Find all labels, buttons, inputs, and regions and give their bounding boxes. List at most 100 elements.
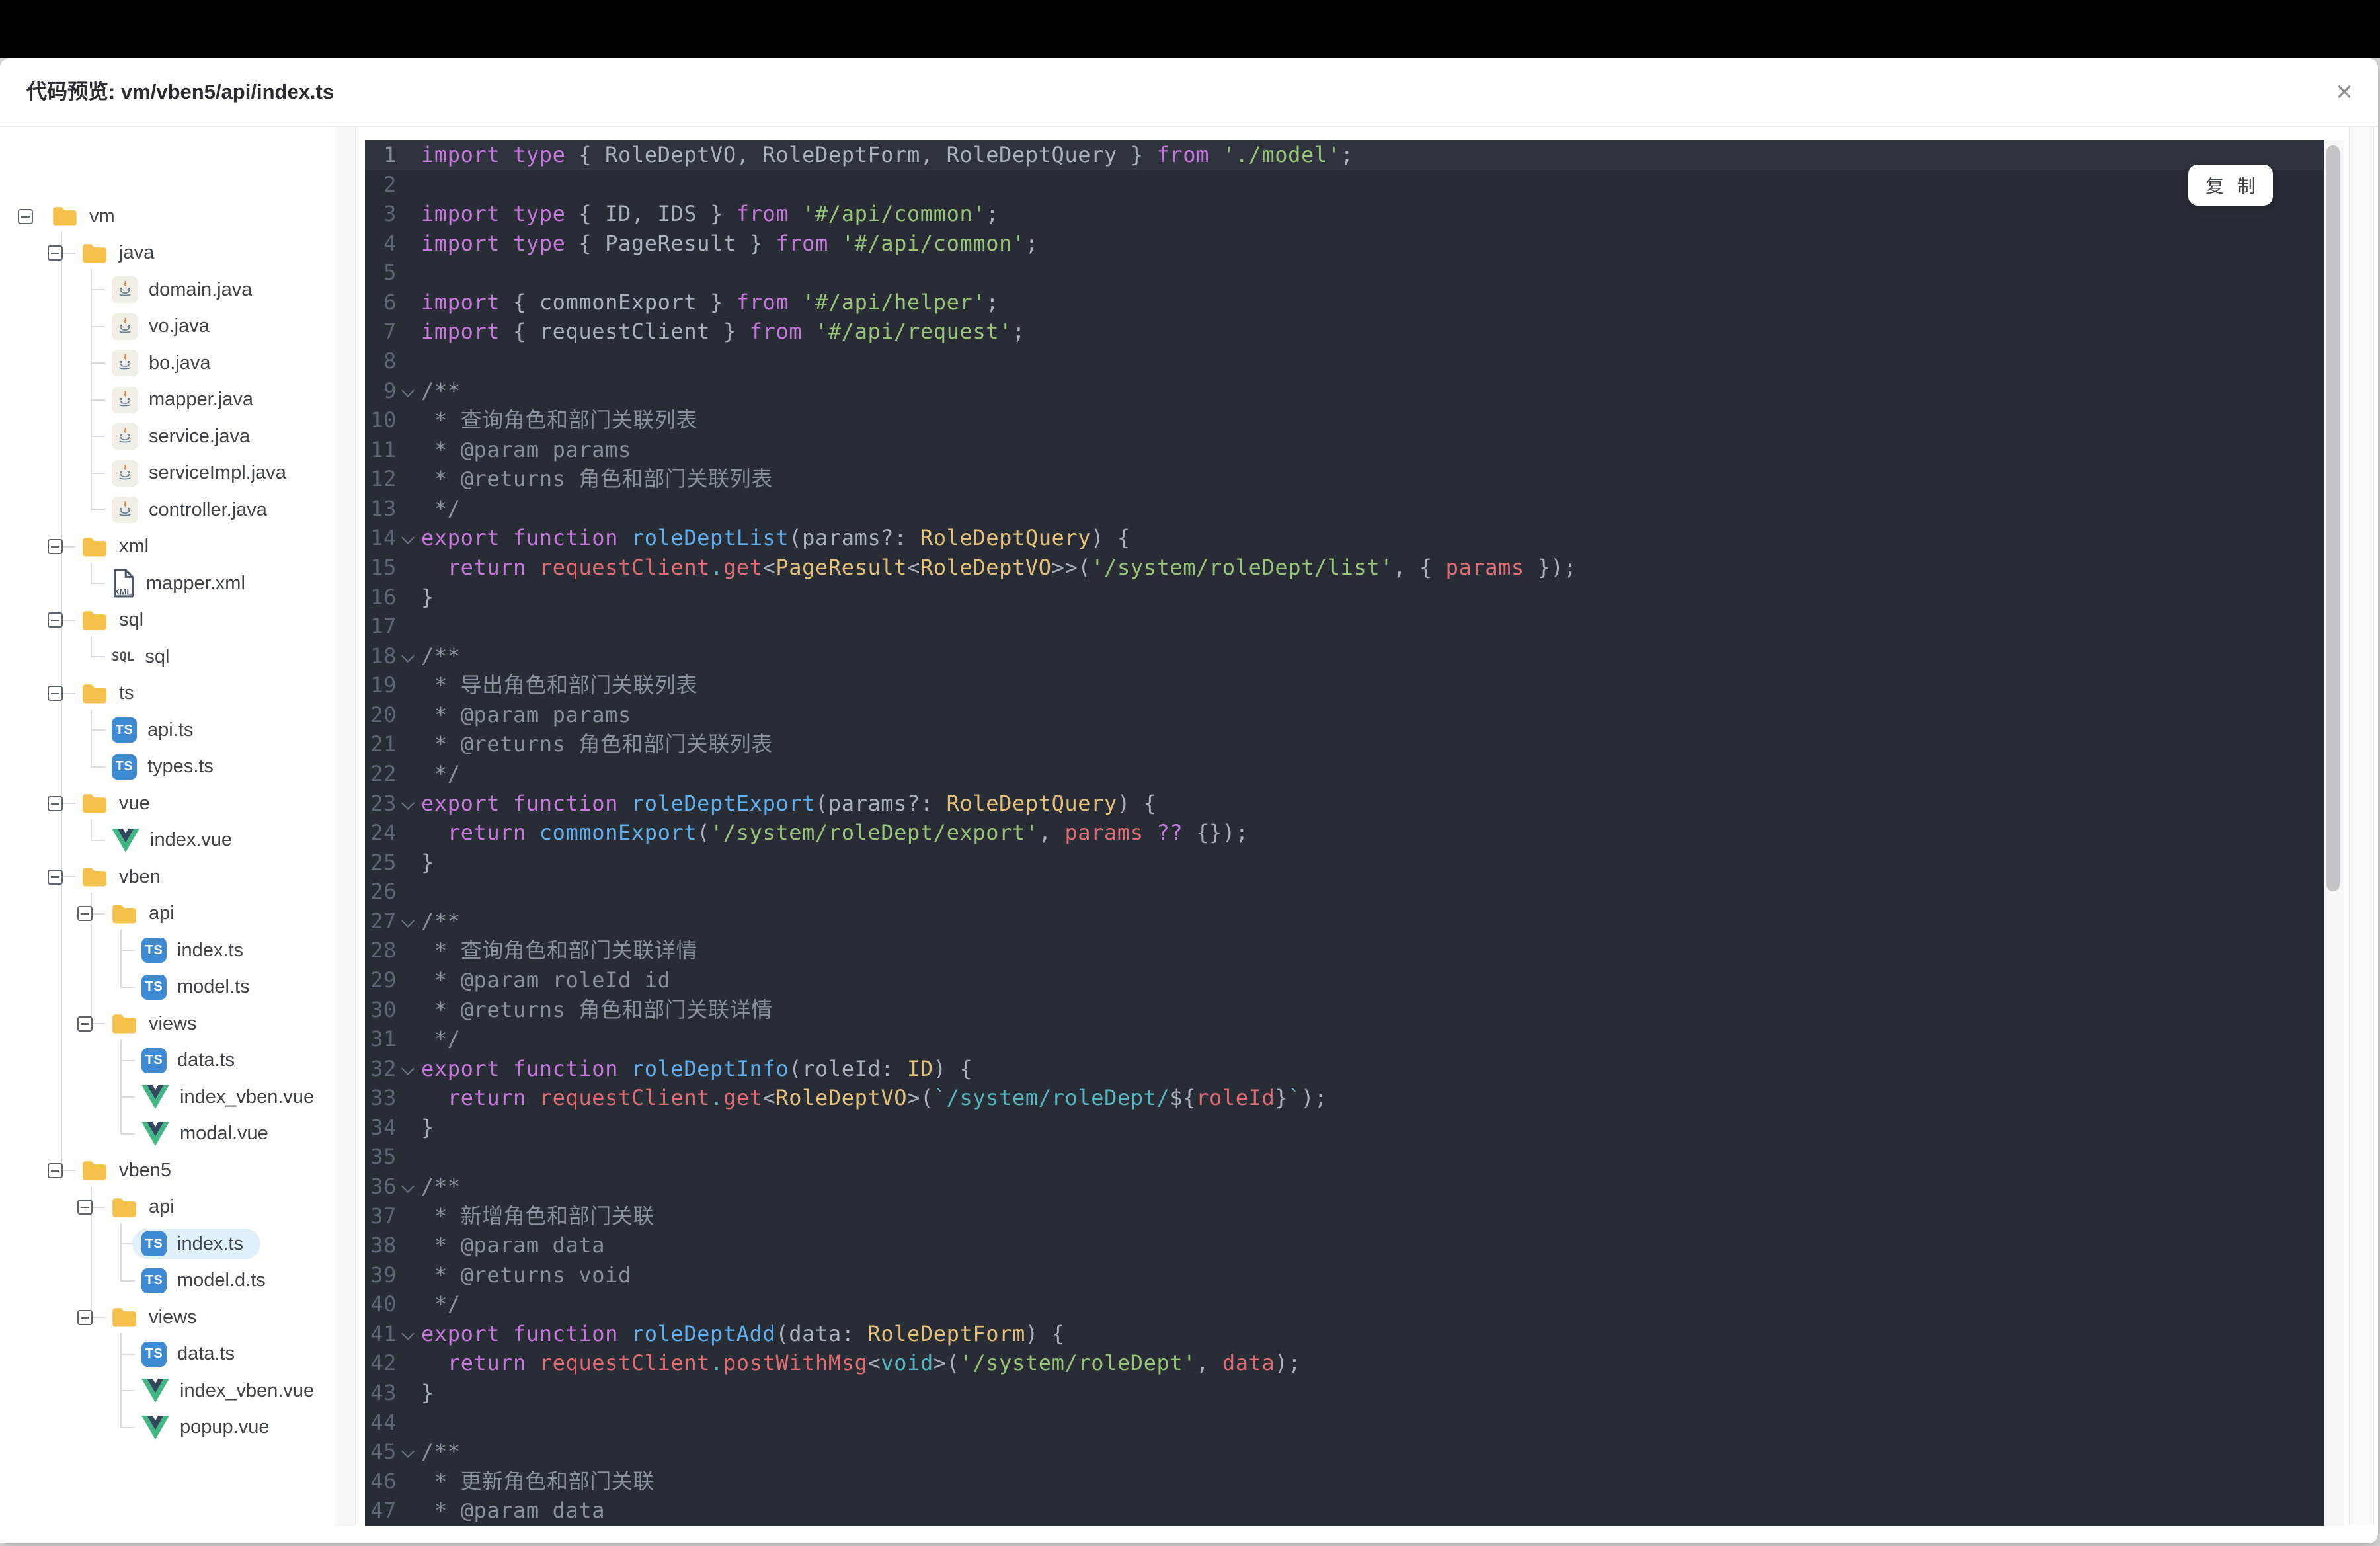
line-number: 46 <box>370 1468 397 1494</box>
tree-item-data-ts[interactable]: TS data.ts <box>0 1042 334 1079</box>
tree-item-api[interactable]: api <box>0 1189 334 1226</box>
tree-item-vben5[interactable]: vben5 <box>0 1153 334 1190</box>
tree-scrollbar-track[interactable] <box>335 127 356 1526</box>
java-file-icon <box>112 423 138 450</box>
copy-button[interactable]: 复 制 <box>2188 165 2273 206</box>
tree-item-index-vue[interactable]: index.vue <box>0 822 334 859</box>
tree-item-popup-vue[interactable]: popup.vue <box>0 1409 334 1446</box>
tree-item-vm[interactable]: vm <box>0 198 334 235</box>
fold-chevron-down-icon[interactable] <box>401 1445 415 1458</box>
tree-item-label: ts <box>119 682 134 704</box>
tree-item-mapper-xml[interactable]: XML mapper.xml <box>0 565 334 602</box>
tree-item-data-ts[interactable]: TS data.ts <box>0 1336 334 1373</box>
file-tree-panel[interactable]: vm java domain.java vo.java bo.java mapper.ja… <box>0 127 334 1543</box>
code-line-33: 33 return requestClient.get<RoleDeptVO>(… <box>365 1083 2324 1113</box>
collapse-toggle-icon[interactable] <box>77 1309 93 1325</box>
collapse-toggle-icon[interactable] <box>77 1200 93 1215</box>
code-line-7: 7 import { requestClient } from '#/api/re… <box>365 317 2324 346</box>
line-number: 20 <box>370 702 397 727</box>
tree-item-service-java[interactable]: service.java <box>0 419 334 456</box>
fold-chevron-down-icon[interactable] <box>401 1061 415 1075</box>
close-icon[interactable]: × <box>2324 63 2364 120</box>
code-line-47: 47 * @param data <box>365 1496 2324 1526</box>
line-number: 44 <box>370 1409 397 1435</box>
code-text: * 更新角色和部门关联 <box>421 1468 654 1494</box>
code-line-32: 32 export function roleDeptInfo(roleId: I… <box>365 1054 2324 1084</box>
code-text: * 导出角色和部门关联列表 <box>421 672 698 698</box>
tree-item-bo-java[interactable]: bo.java <box>0 345 334 382</box>
fold-chevron-down-icon[interactable] <box>401 384 415 397</box>
tree-item-controller-java[interactable]: controller.java <box>0 492 334 529</box>
line-number: 19 <box>370 672 397 698</box>
tree-item-views[interactable]: views <box>0 1299 334 1336</box>
code-line-46: 46 * 更新角色和部门关联 <box>365 1467 2324 1496</box>
collapse-toggle-icon[interactable] <box>48 686 63 702</box>
fold-chevron-down-icon[interactable] <box>401 914 415 928</box>
tree-item-ts[interactable]: ts <box>0 675 334 712</box>
tree-item-label: domain.java <box>149 278 253 300</box>
tree-item-xml[interactable]: xml <box>0 528 334 565</box>
tree-item-content: TS index.ts <box>132 935 260 965</box>
tree-item-label: vm <box>89 205 115 227</box>
code-line-29: 29 * @param roleId id <box>365 965 2324 995</box>
tree-item-mapper-java[interactable]: mapper.java <box>0 382 334 419</box>
java-file-icon <box>112 386 138 413</box>
tree-item-types-ts[interactable]: TS types.ts <box>0 749 334 786</box>
code-line-25: 25} <box>365 848 2324 877</box>
collapse-toggle-icon[interactable] <box>77 1016 93 1032</box>
tree-item-model-ts[interactable]: TS model.ts <box>0 969 334 1006</box>
tree-item-vben[interactable]: vben <box>0 859 334 896</box>
fold-chevron-down-icon[interactable] <box>401 1326 415 1340</box>
tree-item-index-vben-vue[interactable]: index_vben.vue <box>0 1079 334 1116</box>
tree-item-index-ts[interactable]: TS index.ts <box>0 1226 334 1263</box>
code-line-27: 27 /** <box>365 907 2324 936</box>
header-divider <box>0 126 2378 127</box>
tree-item-model-d-ts[interactable]: TS model.d.ts <box>0 1262 334 1299</box>
code-line-39: 39 * @returns void <box>365 1260 2324 1290</box>
typescript-file-icon: TS <box>112 754 137 780</box>
code-line-2: 2 <box>365 170 2324 200</box>
code-scrollbar-thumb[interactable] <box>2326 145 2340 891</box>
fold-chevron-down-icon[interactable] <box>401 796 415 810</box>
tree-item-sql[interactable]: SQL sql <box>0 639 334 676</box>
fold-chevron-down-icon[interactable] <box>401 1180 415 1193</box>
code-viewer[interactable]: 1 import type { RoleDeptVO, RoleDeptForm,… <box>365 140 2324 1526</box>
typescript-file-icon: TS <box>141 1231 167 1257</box>
code-line-6: 6 import { commonExport } from '#/api/hel… <box>365 288 2324 317</box>
collapse-toggle-icon[interactable] <box>48 539 63 555</box>
tree-item-vo-java[interactable]: vo.java <box>0 308 334 345</box>
tree-item-api[interactable]: api <box>0 895 334 932</box>
code-text: import type { PageResult } from '#/api/c… <box>421 230 1039 256</box>
tree-item-views[interactable]: views <box>0 1006 334 1043</box>
tree-item-label: api <box>149 1196 175 1218</box>
tree-item-sql[interactable]: sql <box>0 602 334 639</box>
collapse-toggle-icon[interactable] <box>48 1162 63 1178</box>
outer-scrollbar-track[interactable] <box>2349 127 2374 1526</box>
code-scrollbar-track[interactable] <box>2324 140 2344 1526</box>
tree-item-label: bo.java <box>149 352 211 374</box>
code-text: export function roleDeptList(params?: Ro… <box>421 525 1130 551</box>
fold-chevron-down-icon[interactable] <box>401 649 415 663</box>
tree-item-serviceimpl-java[interactable]: serviceImpl.java <box>0 455 334 492</box>
tree-item-index-ts[interactable]: TS index.ts <box>0 932 334 969</box>
tree-item-domain-java[interactable]: domain.java <box>0 272 334 309</box>
collapse-toggle-icon[interactable] <box>48 795 63 811</box>
line-number: 11 <box>370 436 397 462</box>
tree-item-content: sql <box>71 605 161 635</box>
tree-item-modal-vue[interactable]: modal.vue <box>0 1116 334 1153</box>
tree-item-index-vben-vue[interactable]: index_vben.vue <box>0 1373 334 1410</box>
collapse-toggle-icon[interactable] <box>77 906 93 922</box>
typescript-file-icon: TS <box>141 974 167 1000</box>
tree-item-vue[interactable]: vue <box>0 786 334 823</box>
tree-item-api-ts[interactable]: TS api.ts <box>0 712 334 749</box>
tree-item-java[interactable]: java <box>0 235 334 272</box>
collapse-toggle-icon[interactable] <box>48 869 63 885</box>
tree-item-content: vben <box>71 862 178 892</box>
collapse-toggle-icon[interactable] <box>48 245 63 261</box>
collapse-toggle-icon[interactable] <box>48 612 63 628</box>
code-line-15: 15 return requestClient.get<PageResult<R… <box>365 553 2324 583</box>
fold-chevron-down-icon[interactable] <box>401 531 415 545</box>
collapse-toggle-icon[interactable] <box>18 208 33 224</box>
line-number: 47 <box>370 1498 397 1524</box>
code-line-17: 17 <box>365 612 2324 641</box>
